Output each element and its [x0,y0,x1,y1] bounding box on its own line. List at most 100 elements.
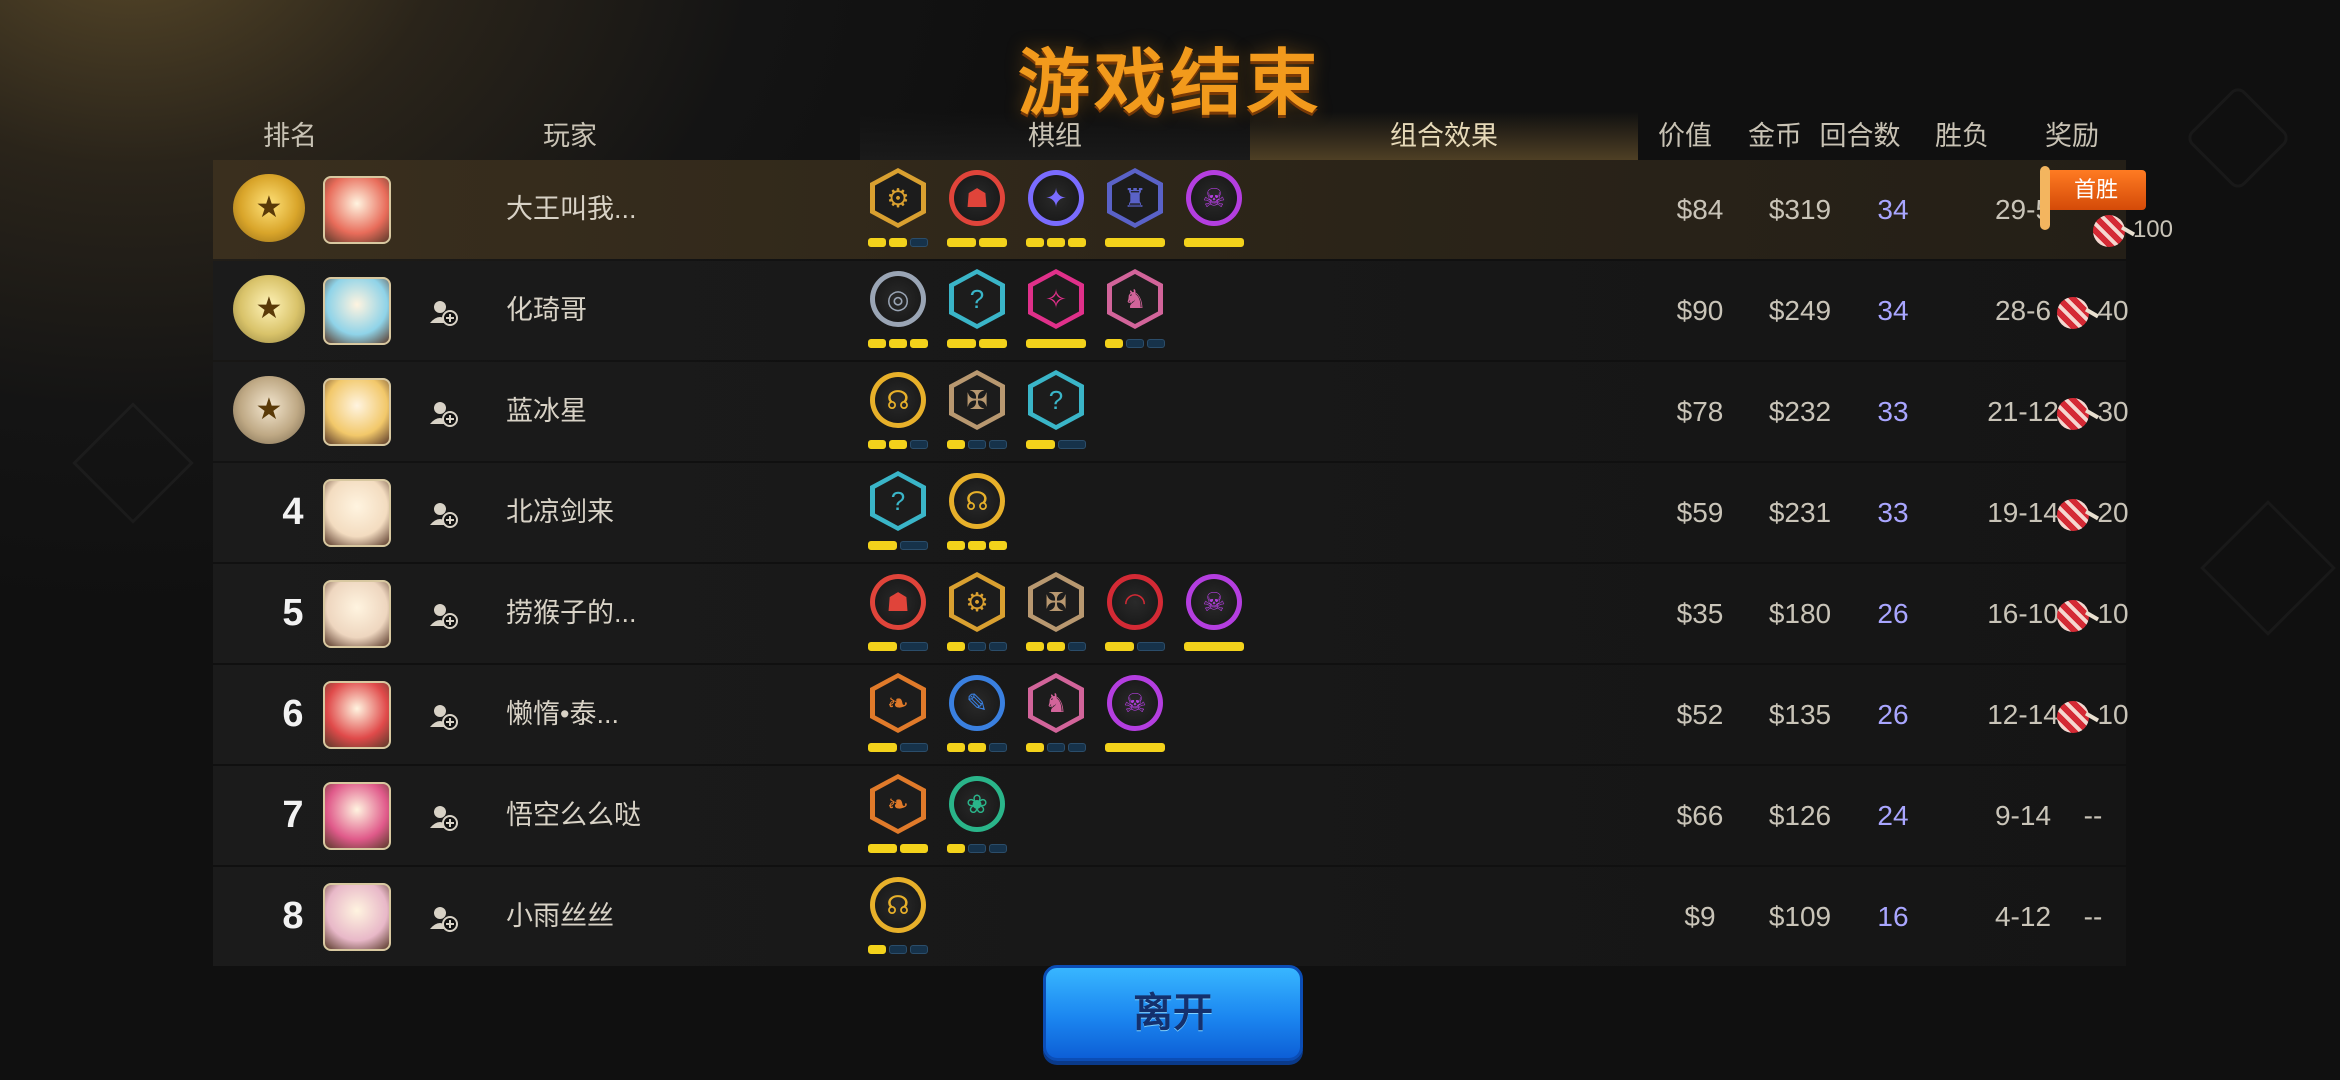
player-avatar[interactable] [323,378,391,446]
synergy-chip[interactable]: ☊ [947,471,1007,556]
synergy-chip[interactable]: ◠ [1105,572,1165,657]
reward-amount: -- [2083,901,2103,932]
synergy-icon: ♜ [1107,168,1163,228]
synergy-level-bars [1026,642,1086,651]
add-friend-icon[interactable] [428,398,458,428]
synergy-chip[interactable]: ☠ [1184,168,1244,253]
synergy-level-bars [1105,743,1165,752]
player-avatar[interactable] [323,782,391,850]
synergy-level-bars [1026,339,1086,348]
player-avatar[interactable] [323,580,391,648]
reward-cell: -- [2013,766,2173,865]
synergy-chip[interactable]: ? [868,471,928,556]
synergy-icon: ✠ [1028,572,1084,632]
synergy-level-bars [947,642,1007,651]
player-name: 悟空么么哒 [506,800,641,830]
value-cell: $59 [1676,497,1724,528]
synergy-chip[interactable]: ✎ [947,673,1007,758]
leave-button[interactable]: 离开 [1043,965,1303,1061]
value-cell: $78 [1676,396,1724,427]
synergy-chip[interactable]: ✦ [1026,168,1086,253]
synergy-level-bars [868,945,928,954]
table-row[interactable]: ★ 蓝冰星 ☊ ✠? $78 $232 33 21-12 30 [213,362,2129,461]
synergy-chip[interactable]: ☗ [947,168,1007,253]
synergy-chip[interactable]: ☠ [1105,673,1165,758]
synergy-chip[interactable]: ♞ [1026,673,1086,758]
synergy-icon: ❧ [870,673,926,733]
synergy-chip[interactable]: ? [1026,370,1086,455]
reward-amount: 30 [2097,396,2129,427]
table-row[interactable]: 5 捞猴子的... ☗ ⚙ ✠ ◠ ☠ $35 $180 26 16-10 10 [213,564,2129,663]
table-row[interactable]: 7 悟空么么哒 ❧ ❀ $66 $126 24 9-14 -- [213,766,2126,865]
synergy-level-bars [1026,440,1086,449]
synergy-chip[interactable]: ⚙ [947,572,1007,657]
table-row[interactable]: 4 北凉剑来? ☊ $59 $231 33 19-14 20 [213,463,2129,562]
synergy-chip[interactable]: ☊ [868,875,928,960]
value-cell: $9 [1684,901,1716,932]
player-name: 捞猴子的... [506,598,637,628]
table-row[interactable]: ★ 化琦哥 ◎? ✧ ♞ $90 $249 34 28-6 40 [213,261,2129,360]
header-value: 价值 [1658,121,1712,151]
synergy-level-bars [947,339,1007,348]
candy-icon [2057,397,2090,430]
synergy-icon: ◠ [1107,574,1163,630]
synergy-chip[interactable]: ☊ [868,370,928,455]
synergy-chip[interactable]: ♜ [1105,168,1165,253]
header-combo[interactable]: 组合效果 [1250,112,1638,162]
synergy-level-bars [947,743,1007,752]
synergy-chip[interactable]: ☠ [1184,572,1244,657]
reward-amount: 20 [2097,497,2129,528]
table-row[interactable]: 8 小雨丝丝 ☊ $9 $109 16 4-12 -- [213,867,2126,966]
synergy-chip[interactable]: ☗ [868,572,928,657]
synergy-chip[interactable]: ✠ [1026,572,1086,657]
synergy-level-bars [1026,743,1086,752]
player-avatar[interactable] [323,277,391,345]
add-friend-icon[interactable] [428,802,458,832]
reward-cell: 20 [2013,463,2173,562]
synergy-icon: ✎ [949,675,1005,731]
synergy-chip[interactable]: ❀ [947,774,1007,859]
table-row[interactable]: 6 懒惰•泰... ❧ ✎ ♞ ☠ $52 $135 26 12-14 10 [213,665,2129,764]
value-cell: $90 [1676,295,1724,326]
player-name: 懒惰•泰... [506,699,619,729]
add-friend-icon[interactable] [428,297,458,327]
reward-amount: 100 [2132,216,2173,243]
candy-icon [2057,296,2090,329]
synergy-icon: ? [870,471,926,531]
reward-cell: -- [2013,867,2173,966]
add-friend-icon[interactable] [428,701,458,731]
synergy-chip[interactable]: ❧ [868,673,928,758]
value-cell: $66 [1676,800,1724,831]
reward-amount: -- [2083,800,2103,831]
reward-cell: 10 [2013,564,2173,663]
synergy-icon: ? [1028,370,1084,430]
add-friend-icon[interactable] [428,903,458,933]
reward-cell: 10 [2013,665,2173,764]
synergy-chip[interactable]: ✧ [1026,269,1086,354]
player-name: 北凉剑来 [506,497,614,527]
table-row[interactable]: ★ 大王叫我... ⚙ ☗ ✦ ♜ ☠ $84 $319 34 29-5 首胜 100 [213,160,2173,259]
synergy-chip[interactable]: ♞ [1105,269,1165,354]
header-chess[interactable]: 棋组 [860,112,1250,160]
player-avatar[interactable] [323,883,391,951]
synergy-icon: ♞ [1107,269,1163,329]
add-friend-icon[interactable] [428,600,458,630]
synergy-level-bars [868,541,928,550]
synergy-level-bars [1105,339,1165,348]
add-friend-icon[interactable] [428,499,458,529]
synergy-level-bars [868,339,928,348]
synergy-chip[interactable]: ⚙ [868,168,928,253]
reward-cell: 100 [2013,160,2173,259]
player-avatar[interactable] [323,176,391,244]
synergy-level-bars [868,440,928,449]
player-avatar[interactable] [323,681,391,749]
rank-number: 5 [282,592,304,634]
synergy-icon: ✠ [949,370,1005,430]
synergy-chip[interactable]: ◎ [868,269,928,354]
synergy-chip[interactable]: ? [947,269,1007,354]
synergy-chip[interactable]: ❧ [868,774,928,859]
candy-icon [2057,498,2090,531]
synergy-chip[interactable]: ✠ [947,370,1007,455]
player-name: 化琦哥 [506,295,587,325]
player-avatar[interactable] [323,479,391,547]
